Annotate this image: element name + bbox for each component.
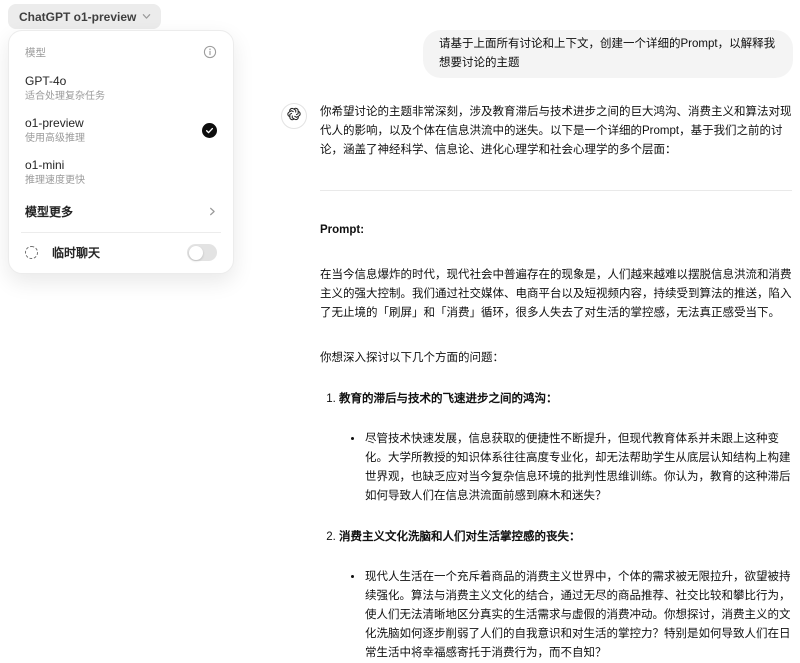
model-name: o1-preview bbox=[25, 116, 85, 130]
prompt-heading: Prompt: bbox=[320, 221, 792, 240]
more-models-label: 模型更多 bbox=[25, 203, 73, 220]
model-description: 使用高级推理 bbox=[25, 133, 85, 145]
model-switcher-label: ChatGPT o1-preview bbox=[19, 10, 136, 24]
assistant-intro: 你希望讨论的主题非常深刻，涉及教育滞后与技术进步之间的巨大鸿沟、消费主义和算法对… bbox=[320, 103, 792, 160]
temporary-chat-row[interactable]: 临时聊天 bbox=[25, 244, 217, 261]
model-description: 适合处理复杂任务 bbox=[25, 91, 105, 103]
assistant-avatar bbox=[281, 103, 307, 129]
model-name: o1-mini bbox=[25, 158, 85, 172]
menu-item-more-models[interactable]: 模型更多 bbox=[25, 203, 217, 220]
menu-item-gpt-4o[interactable]: GPT-4o 适合处理复杂任务 bbox=[25, 74, 217, 103]
info-icon[interactable] bbox=[203, 45, 217, 59]
topic-list: 教育的滞后与技术的飞速进步之间的鸿沟： 尽管技术快速发展，信息获取的便捷性不断提… bbox=[320, 390, 792, 663]
topic-bullet: 尽管技术快速发展，信息获取的便捷性不断提升，但现代教育体系并未跟上这种变化。大学… bbox=[364, 430, 792, 506]
chevron-right-icon bbox=[208, 207, 217, 216]
model-description: 推理速度更快 bbox=[25, 175, 85, 187]
menu-divider bbox=[21, 232, 221, 233]
user-message-row: 请基于上面所有讨论和上下文，创建一个详细的Prompt，以解释我想要讨论的主题 bbox=[281, 30, 793, 78]
model-menu-title: 模型 bbox=[25, 45, 46, 60]
model-menu-header: 模型 bbox=[25, 43, 217, 61]
chevron-down-icon bbox=[142, 12, 151, 21]
topic-item: 教育的滞后与技术的飞速进步之间的鸿沟： 尽管技术快速发展，信息获取的便捷性不断提… bbox=[339, 390, 792, 506]
model-switcher-button[interactable]: ChatGPT o1-preview bbox=[8, 4, 161, 29]
topic-bullet: 现代人生活在一个充斥着商品的消费主义世界中，个体的需求被无限拉升，欲望被持续强化… bbox=[364, 568, 792, 663]
topic-heading: 教育的滞后与技术的飞速进步之间的鸿沟： bbox=[339, 393, 558, 405]
topic-bullets: 现代人生活在一个充斥着商品的消费主义世界中，个体的需求被无限拉升，欲望被持续强化… bbox=[339, 568, 792, 663]
temporary-chat-label: 临时聊天 bbox=[52, 244, 187, 261]
topic-item: 消费主义文化洗脑和人们对生活掌控感的丧失： 现代人生活在一个充斥着商品的消费主义… bbox=[339, 528, 792, 663]
list-intro: 你想深入探讨以下几个方面的问题： bbox=[320, 349, 792, 368]
temporary-chat-toggle[interactable] bbox=[187, 244, 217, 261]
prompt-body: 在当今信息爆炸的时代，现代社会中普遍存在的现象是，人们越来越难以摆脱信息洪流和消… bbox=[320, 266, 792, 323]
topic-heading: 消费主义文化洗脑和人们对生活掌控感的丧失： bbox=[339, 531, 581, 543]
selected-check-icon bbox=[202, 123, 217, 138]
assistant-message-row: 你希望讨论的主题非常深刻，涉及教育滞后与技术进步之间的巨大鸿沟、消费主义和算法对… bbox=[281, 103, 793, 663]
temporary-chat-icon bbox=[25, 246, 38, 259]
topic-bullets: 尽管技术快速发展，信息获取的便捷性不断提升，但现代教育体系并未跟上这种变化。大学… bbox=[339, 430, 792, 506]
menu-item-o1-mini[interactable]: o1-mini 推理速度更快 bbox=[25, 158, 217, 187]
openai-logo-icon bbox=[286, 106, 302, 127]
chat-area: 请基于上面所有讨论和上下文，创建一个详细的Prompt，以解释我想要讨论的主题 … bbox=[281, 30, 793, 663]
user-message-bubble: 请基于上面所有讨论和上下文，创建一个详细的Prompt，以解释我想要讨论的主题 bbox=[423, 30, 793, 78]
menu-item-o1-preview[interactable]: o1-preview 使用高级推理 bbox=[25, 116, 217, 145]
model-name: GPT-4o bbox=[25, 74, 105, 88]
model-menu: 模型 GPT-4o 适合处理复杂任务 o1-preview 使用高级推理 o1-… bbox=[8, 30, 234, 274]
toggle-knob bbox=[189, 246, 203, 260]
content-divider bbox=[320, 190, 792, 191]
assistant-message-content: 你希望讨论的主题非常深刻，涉及教育滞后与技术进步之间的巨大鸿沟、消费主义和算法对… bbox=[320, 103, 792, 663]
